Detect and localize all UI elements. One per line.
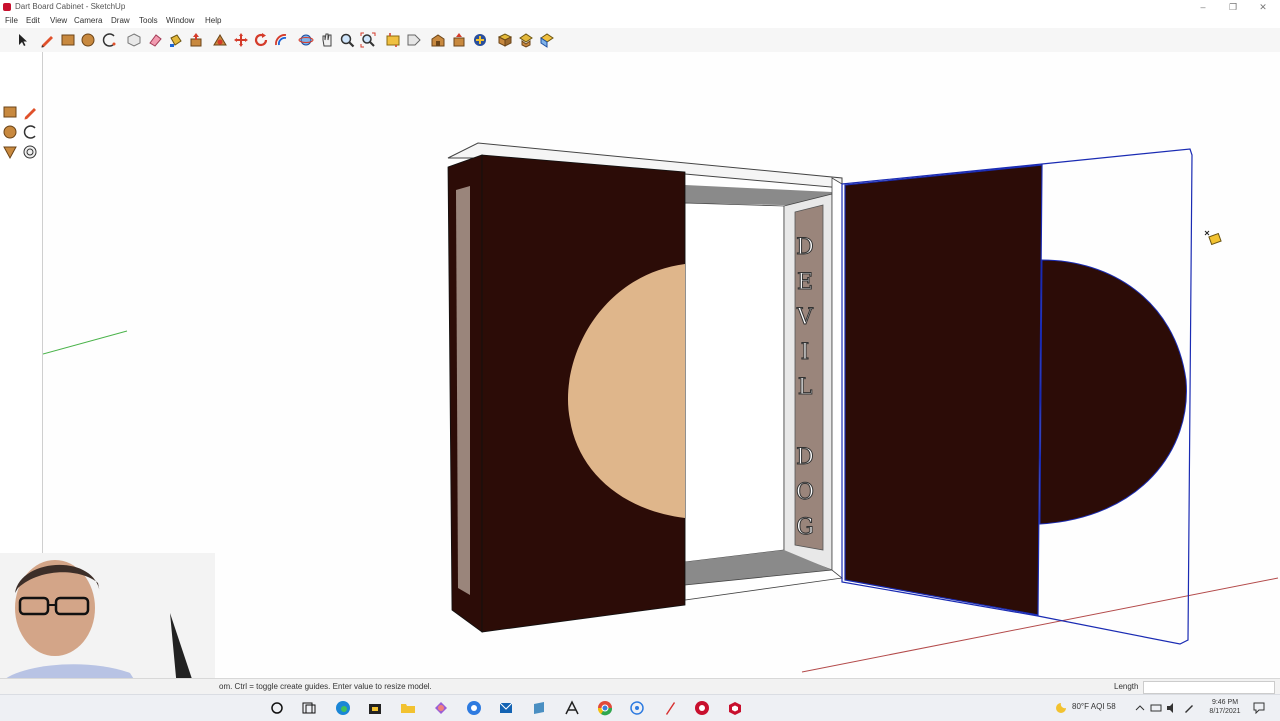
nameplate-letter: L (797, 375, 813, 401)
store-icon[interactable] (367, 700, 383, 716)
menu-camera[interactable]: Camera (74, 16, 102, 25)
pen-icon[interactable] (662, 700, 678, 716)
tools-icon[interactable] (531, 700, 547, 716)
green-axis-line (43, 330, 128, 355)
cabinet-back-interior (684, 202, 785, 563)
menu-help[interactable]: Help (205, 16, 221, 25)
select-icon[interactable] (14, 32, 30, 48)
nameplate-letter: D (796, 445, 815, 471)
weather-text: 80°F AQI 58 (1072, 702, 1116, 711)
right-door[interactable] (844, 164, 1043, 616)
measurement-input[interactable] (1143, 681, 1275, 694)
menu-draw[interactable]: Draw (111, 16, 130, 25)
files-icon[interactable] (400, 700, 416, 716)
restore-button[interactable]: ❐ (1218, 0, 1248, 14)
menu-file[interactable]: File (5, 16, 18, 25)
scale-cursor-icon (1204, 230, 1222, 246)
main-toolbar (0, 28, 1280, 53)
push-pull-icon[interactable] (188, 32, 204, 48)
push-pull-icon[interactable] (2, 144, 18, 160)
nameplate-letters-top: D E V I L (795, 230, 815, 405)
record-icon[interactable] (629, 700, 645, 716)
zoom-icon[interactable] (339, 32, 355, 48)
minimize-button[interactable]: – (1188, 0, 1218, 14)
rectangle-icon[interactable] (2, 104, 18, 120)
model-canvas (43, 142, 1279, 673)
clock-time: 9:46 PM (1211, 699, 1239, 706)
menu-tools[interactable]: Tools (139, 16, 158, 25)
right-dartboard-half (1039, 259, 1187, 525)
paint-bucket-icon[interactable] (168, 32, 184, 48)
nameplate-letter: O (795, 480, 815, 506)
windows-taskbar: 80°F AQI 58 9:46 PM 8/17/2021 (0, 694, 1280, 721)
pencil-icon[interactable] (39, 32, 55, 48)
chevron-up-icon[interactable] (1135, 703, 1145, 713)
volume-icon[interactable] (1166, 702, 1178, 714)
nameplate-letter: I (800, 340, 810, 366)
status-bar: om. Ctrl = toggle create guides. Enter v… (0, 678, 1280, 695)
move-icon[interactable] (233, 32, 249, 48)
eraser-icon[interactable] (147, 32, 163, 48)
status-hint: om. Ctrl = toggle create guides. Enter v… (219, 682, 432, 691)
section-plane-icon[interactable] (385, 32, 401, 48)
app-red-icon[interactable] (694, 700, 710, 716)
notifications-icon[interactable] (1253, 702, 1265, 714)
cortana-icon[interactable] (564, 700, 580, 716)
cabinet-right-edge (831, 177, 843, 579)
nameplate-letter: G (796, 515, 815, 541)
pan-icon[interactable] (319, 32, 335, 48)
3d-text-icon[interactable] (472, 32, 488, 48)
title-bar: Dart Board Cabinet - SketchUp – ❐ ✕ (0, 0, 1280, 14)
offset-icon[interactable] (22, 144, 38, 160)
rectangle-icon[interactable] (60, 32, 76, 48)
window-title: Dart Board Cabinet - SketchUp (15, 2, 126, 11)
follow-me-icon[interactable] (212, 32, 228, 48)
menu-view[interactable]: View (50, 16, 67, 25)
chrome-icon[interactable] (597, 700, 613, 716)
task-view-icon[interactable] (301, 700, 317, 716)
nameplate-letter: V (797, 305, 814, 331)
clock-date: 8/17/2021 (1209, 708, 1241, 715)
nameplate-letters-bottom: D O G (795, 440, 815, 545)
taskbar-clock[interactable]: 9:46 PM 8/17/2021 (1200, 698, 1250, 716)
sketchup-logo-icon (3, 3, 11, 11)
chrome-alt-icon[interactable] (466, 700, 482, 716)
orbit-icon[interactable] (298, 32, 314, 48)
close-button[interactable]: ✕ (1248, 0, 1278, 14)
arc-icon[interactable] (101, 32, 117, 48)
left-door-edge-nameplate (456, 186, 470, 595)
search-icon[interactable] (269, 700, 285, 716)
measurement-label: Length (1114, 682, 1139, 691)
zoom-extents-icon[interactable] (360, 32, 376, 48)
nameplate-letter: E (796, 270, 814, 296)
weather-icon (1056, 703, 1066, 713)
extension-icon[interactable] (451, 32, 467, 48)
tag-icon[interactable] (406, 32, 422, 48)
red-axis-line (801, 577, 1279, 673)
nameplate-letter: D (796, 235, 815, 261)
warehouse-icon[interactable] (430, 32, 446, 48)
rotate-icon[interactable] (253, 32, 269, 48)
components-icon[interactable] (497, 32, 513, 48)
arc-icon[interactable] (22, 124, 38, 140)
menu-window[interactable]: Window (166, 16, 194, 25)
model-viewport[interactable]: D E V I L D O G (43, 52, 1280, 677)
sketchup-icon[interactable] (727, 700, 743, 716)
circle-icon[interactable] (2, 124, 18, 140)
photos-icon[interactable] (433, 700, 449, 716)
menu-bar: File Edit View Camera Draw Tools Window … (0, 14, 1280, 28)
network-icon[interactable] (1150, 702, 1162, 714)
mail-icon[interactable] (498, 700, 514, 716)
pencil-icon[interactable] (22, 104, 38, 120)
circle-icon[interactable] (80, 32, 96, 48)
edge-icon[interactable] (335, 700, 351, 716)
styles-icon[interactable] (539, 32, 555, 48)
pen-tray-icon[interactable] (1183, 702, 1195, 714)
offset-icon[interactable] (273, 32, 289, 48)
make-component-icon[interactable] (126, 32, 142, 48)
menu-edit[interactable]: Edit (26, 16, 40, 25)
materials-icon[interactable] (518, 32, 534, 48)
